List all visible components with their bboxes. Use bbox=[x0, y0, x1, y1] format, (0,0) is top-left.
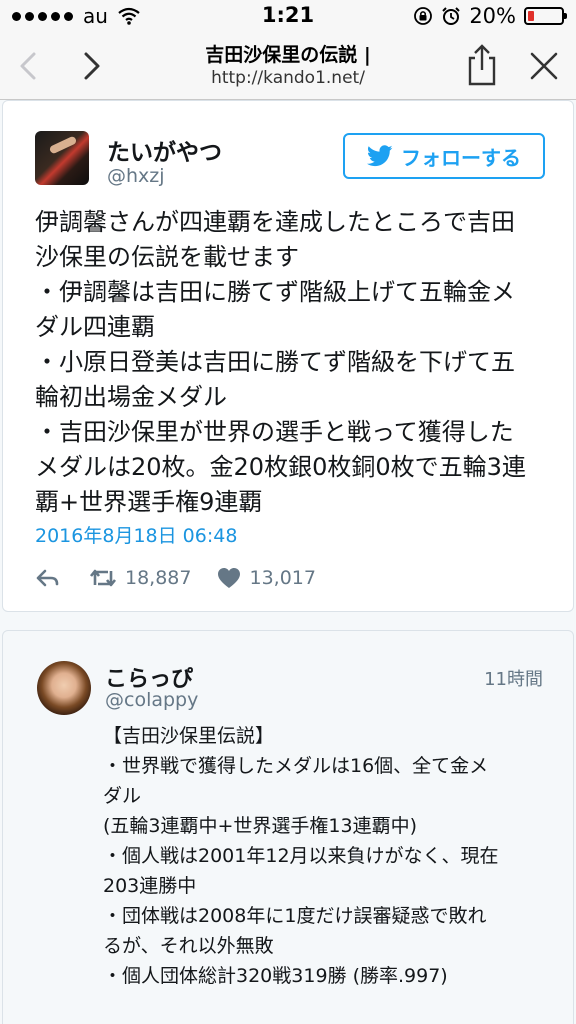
follow-label: フォローする bbox=[401, 145, 521, 170]
retweet-count: 18,887 bbox=[125, 567, 192, 589]
tweet-line: 覇+世界選手権9連覇 bbox=[35, 488, 263, 516]
battery-percent: 20% bbox=[469, 4, 516, 28]
like-button[interactable]: 13,017 bbox=[217, 567, 316, 589]
reply-line: ・個人戦は2001年12月以来負けがなく、現在 bbox=[103, 845, 499, 867]
tweet-line: 伊調馨さんが四連覇を達成したところで吉田 bbox=[35, 208, 515, 236]
tweet-line: ダル四連覇 bbox=[35, 313, 155, 341]
reply-author-handle[interactable]: @colappy bbox=[105, 689, 198, 711]
chevron-right-icon[interactable] bbox=[72, 46, 112, 86]
reply-line: 203連勝中 bbox=[103, 875, 197, 897]
chevron-left-icon[interactable] bbox=[10, 46, 50, 86]
embedded-tweet: たいがやつ @hxzj フォローする 伊調馨さんが四連覇を達成したところで吉田 … bbox=[2, 100, 574, 612]
reply-timestamp[interactable]: 11時間 bbox=[484, 665, 543, 691]
heart-icon bbox=[218, 568, 241, 588]
reply-icon bbox=[36, 569, 59, 587]
author-handle[interactable]: @hxzj bbox=[107, 165, 165, 187]
page-title: 吉田沙保里の伝説 | bbox=[205, 44, 371, 66]
reply-line: ダル bbox=[103, 785, 142, 807]
follow-button[interactable]: フォローする bbox=[343, 133, 545, 179]
reply-tweet: こらっぴ @colappy 11時間 【吉田沙保里伝説】 ・世界戦で獲得したメダ… bbox=[2, 630, 574, 1024]
close-icon[interactable] bbox=[524, 46, 564, 86]
tweet-text: 伊調馨さんが四連覇を達成したところで吉田 沙保里の伝説を載せます ・伊調馨は吉田… bbox=[35, 205, 539, 520]
retweet-icon bbox=[89, 569, 117, 587]
reply-line: るが、それ以外無敗 bbox=[103, 935, 274, 957]
browser-toolbar: 吉田沙保里の伝説 | http://kando1.net/ bbox=[0, 34, 576, 100]
tweet-timestamp[interactable]: 2016年8月18日 06:48 bbox=[35, 521, 237, 548]
reply-text: 【吉田沙保里伝説】 ・世界戦で獲得したメダルは16個、全て金メ ダル (五輪3連… bbox=[103, 721, 553, 991]
page-url[interactable]: http://kando1.net/ bbox=[150, 68, 426, 88]
status-bar: au 1:21 20% bbox=[0, 0, 576, 34]
tweet-line: ・小原日登美は吉田に勝てず階級を下げて五 bbox=[35, 348, 515, 376]
reply-line: ・団体戦は2008年に1度だけ誤審疑惑で敗れ bbox=[103, 905, 487, 927]
reply-line: (五輪3連覇中+世界選手権13連覇中) bbox=[103, 815, 418, 837]
reply-button[interactable] bbox=[35, 567, 61, 589]
tweet-line: 沙保里の伝説を載せます bbox=[35, 243, 299, 271]
author-display-name[interactable]: たいがやつ bbox=[107, 133, 222, 167]
alarm-clock-icon bbox=[442, 7, 461, 25]
twitter-bird-icon bbox=[367, 145, 393, 167]
reply-line: ・個人団体総計320戦319勝 (勝率.997) bbox=[103, 965, 448, 987]
tweet-line: メダルは20枚。金20枚銀0枚銅0枚で五輪3連 bbox=[35, 453, 526, 481]
tweet-line: 輪初出場金メダル bbox=[35, 383, 227, 411]
tweet-line: ・伊調馨は吉田に勝てず階級上げて五輪金メ bbox=[35, 278, 515, 306]
avatar[interactable] bbox=[35, 131, 89, 185]
reply-line: 【吉田沙保里伝説】 bbox=[103, 725, 275, 747]
like-count: 13,017 bbox=[249, 567, 316, 589]
battery-icon bbox=[524, 7, 567, 25]
reply-line: ・世界戦で獲得したメダルは16個、全て金メ bbox=[103, 755, 489, 777]
tweet-actions: 18,887 13,017 bbox=[35, 563, 316, 593]
status-right: 20% bbox=[413, 4, 567, 28]
battery-level bbox=[528, 11, 534, 21]
orientation-lock-icon bbox=[414, 7, 433, 25]
avatar[interactable] bbox=[37, 661, 91, 715]
tweet-line: ・吉田沙保里が世界の選手と戦って獲得した bbox=[35, 418, 514, 446]
retweet-button[interactable]: 18,887 bbox=[89, 567, 191, 589]
share-icon[interactable] bbox=[462, 42, 502, 88]
